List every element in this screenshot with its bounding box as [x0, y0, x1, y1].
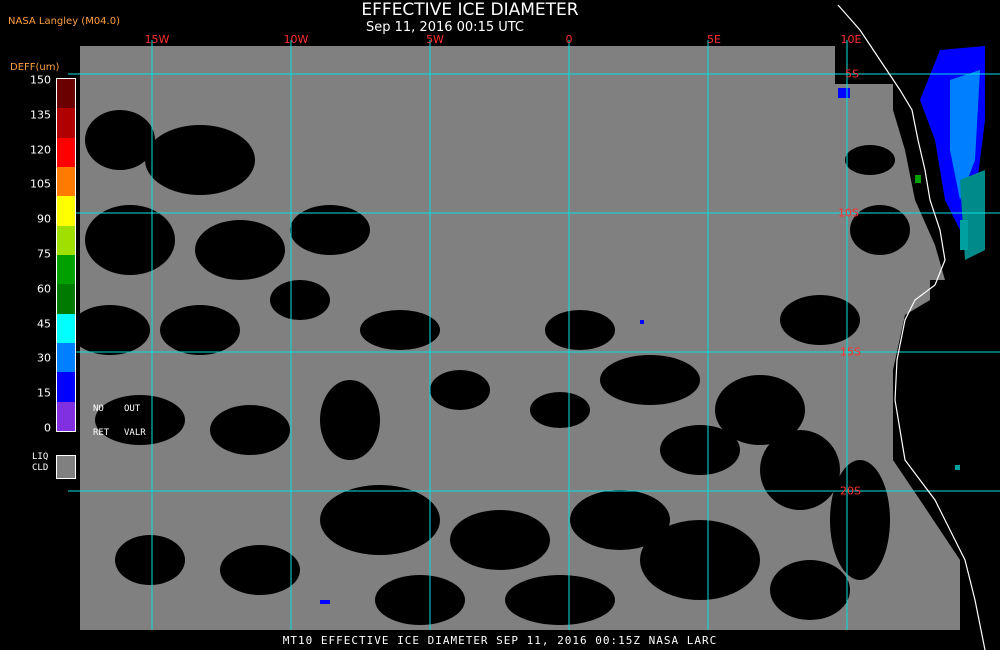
liquid-cloud-label-line1: LIQ: [32, 452, 49, 462]
legend-swatch: [57, 166, 75, 197]
map-timestamp: Sep 11, 2016 00:15 UTC: [365, 20, 525, 35]
source-label: NASA Langley (M04.0): [8, 16, 120, 27]
legend-no-label: NO: [93, 404, 104, 414]
lat-label-20s: 20S: [840, 484, 861, 498]
legend-tick-label: 45: [37, 317, 51, 331]
legend-swatch: [57, 79, 75, 109]
legend-out-label: OUT: [124, 404, 141, 414]
liquid-cloud-label-line2: CLD: [32, 463, 49, 473]
legend-swatch: [57, 372, 75, 402]
liquid-cloud-swatch: [56, 455, 76, 479]
legend-swatch: [57, 313, 75, 343]
legend-tick-label: 105: [30, 177, 51, 191]
footer-caption: MT10 EFFECTIVE ICE DIAMETER SEP 11, 2016…: [282, 634, 718, 647]
legend-swatch: [57, 108, 75, 138]
legend-tick-label: 120: [30, 143, 51, 157]
legend-tick-label: 150: [30, 73, 51, 87]
legend-tick-label: 135: [30, 108, 51, 122]
legend-swatch: [57, 342, 75, 373]
lon-label-5w: 5W: [426, 33, 444, 46]
legend-tick-label: 90: [37, 212, 51, 226]
legend-tick-label: 0: [44, 421, 51, 435]
legend-tick-label: 30: [37, 351, 51, 365]
lat-label-5s: 5S: [845, 67, 859, 81]
lon-label-15w: 15W: [144, 33, 170, 46]
lat-label-15s: 15S: [840, 345, 861, 359]
legend-swatch: [57, 254, 75, 285]
legend-swatch: [57, 401, 75, 431]
liquid-cloud-label: LIQ CLD: [32, 452, 48, 474]
lat-label-10s: 10S: [838, 206, 859, 220]
color-legend: [56, 78, 76, 432]
lon-label-5e: 5E: [707, 33, 721, 46]
legend-tick-label: 15: [37, 386, 51, 400]
lon-label-0: 0: [565, 33, 573, 46]
legend-tick-label: 60: [37, 282, 51, 296]
legend-swatch: [57, 196, 75, 226]
legend-swatch: [57, 284, 75, 314]
satellite-map: [0, 0, 1000, 650]
legend-ret-label: RET: [93, 428, 110, 438]
map-title: EFFECTIVE ICE DIAMETER: [361, 0, 579, 20]
legend-tick-label: 75: [37, 247, 51, 261]
legend-swatch: [57, 137, 75, 167]
legend-swatch: [57, 225, 75, 255]
legend-valr-label: VALR: [124, 428, 146, 438]
legend-units: DEFF(um): [10, 62, 60, 73]
lon-label-10e: 10E: [840, 33, 862, 46]
lon-label-10w: 10W: [283, 33, 309, 46]
